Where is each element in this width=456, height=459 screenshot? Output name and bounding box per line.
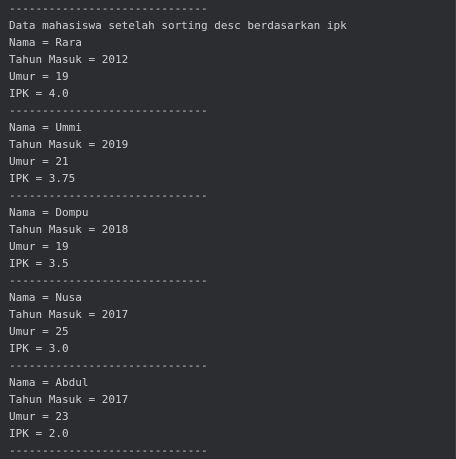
record-gpa: IPK = 2.0: [9, 427, 69, 440]
separator-line: ------------------------------: [9, 274, 208, 287]
output-header: Data mahasiswa setelah sorting desc berd…: [9, 19, 347, 32]
record-name: Nama = Dompu: [9, 206, 89, 219]
record-year: Tahun Masuk = 2012: [9, 53, 129, 66]
record-gpa: IPK = 3.5: [9, 257, 69, 270]
record-age: Umur = 19: [9, 70, 69, 83]
record-year: Tahun Masuk = 2017: [9, 393, 129, 406]
separator-line: ------------------------------: [9, 359, 208, 372]
record-age: Umur = 25: [9, 325, 69, 338]
record-gpa: IPK = 4.0: [9, 87, 69, 100]
separator-line: ------------------------------: [9, 444, 208, 457]
record-age: Umur = 19: [9, 240, 69, 253]
record-name: Nama = Rara: [9, 36, 82, 49]
record-year: Tahun Masuk = 2018: [9, 223, 129, 236]
separator-line: ------------------------------: [9, 104, 208, 117]
record-year: Tahun Masuk = 2019: [9, 138, 129, 151]
separator-line: ------------------------------: [9, 189, 208, 202]
separator-line: ------------------------------: [9, 2, 208, 15]
record-name: Nama = Ummi: [9, 121, 82, 134]
record-year: Tahun Masuk = 2017: [9, 308, 129, 321]
record-name: Nama = Abdul: [9, 376, 89, 389]
console-output[interactable]: ------------------------------ Data maha…: [0, 0, 456, 458]
record-age: Umur = 23: [9, 410, 69, 423]
record-name: Nama = Nusa: [9, 291, 82, 304]
record-gpa: IPK = 3.0: [9, 342, 69, 355]
record-gpa: IPK = 3.75: [9, 172, 76, 185]
record-age: Umur = 21: [9, 155, 69, 168]
